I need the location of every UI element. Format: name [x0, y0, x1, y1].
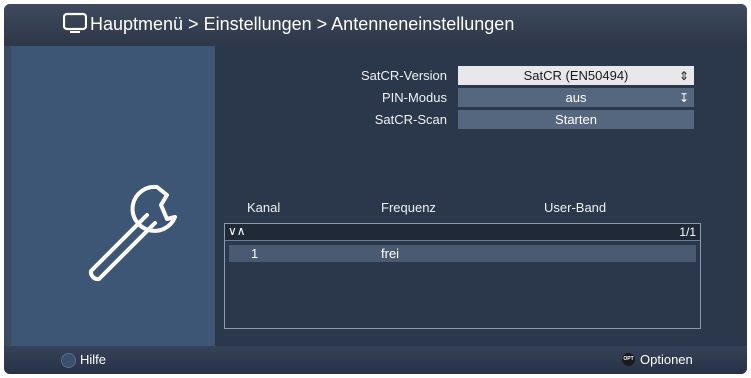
dropdown-arrow-icon: ↧ [678, 91, 689, 105]
select-arrows-icon: ⇕ [678, 69, 689, 83]
sidebar-panel [11, 46, 215, 346]
column-header-kanal: Kanal [247, 200, 281, 215]
satcr-scan-label: SatCR-Scan [374, 112, 447, 127]
settings-panel: SatCR-Version SatCR (EN50494) ⇕ PIN-Modu… [215, 46, 747, 346]
help-button-icon[interactable] [61, 353, 76, 368]
satcr-version-label: SatCR-Version [361, 68, 447, 83]
table-scroll-bar: ∨∧ 1/1 [225, 224, 700, 241]
satcr-scan-button[interactable]: Starten [458, 110, 694, 129]
column-header-user-band: User-Band [544, 200, 607, 215]
setting-row-satcr-scan: SatCR-Scan Starten [215, 110, 747, 130]
pin-modus-value: aus [565, 90, 587, 105]
options-label[interactable]: Optionen [640, 352, 693, 367]
cell-frequenz: frei [381, 246, 400, 261]
pin-modus-select[interactable]: aus ↧ [458, 88, 694, 107]
wrench-icon [88, 184, 177, 282]
setting-row-satcr-version: SatCR-Version SatCR (EN50494) ⇕ [215, 66, 747, 86]
cell-kanal: 1 [251, 246, 259, 261]
satcr-version-value: SatCR (EN50494) [523, 68, 629, 83]
tv-icon [63, 12, 87, 33]
satcr-version-select[interactable]: SatCR (EN50494) ⇕ [458, 66, 694, 85]
tv-menu-screen: Hauptmenü > Einstellungen > Antenneneins… [4, 4, 747, 374]
satcr-scan-button-label: Starten [555, 112, 597, 127]
breadcrumb: Hauptmenü > Einstellungen > Antenneneins… [90, 14, 515, 34]
page-indicator: 1/1 [679, 225, 696, 239]
opt-button-icon[interactable]: OPT [622, 353, 635, 366]
channel-table: ∨∧ 1/1 1 frei [224, 223, 701, 329]
pin-modus-label: PIN-Modus [381, 90, 447, 105]
footer-bar: Hilfe OPT Optionen [4, 346, 747, 374]
scroll-arrows-icon[interactable]: ∨∧ [228, 224, 246, 238]
column-header-frequenz: Frequenz [381, 200, 436, 215]
help-label[interactable]: Hilfe [80, 352, 106, 367]
header-bar: Hauptmenü > Einstellungen > Antenneneins… [4, 4, 747, 46]
setting-row-pin-modus: PIN-Modus aus ↧ [215, 88, 747, 108]
table-row[interactable]: 1 frei [229, 245, 696, 262]
